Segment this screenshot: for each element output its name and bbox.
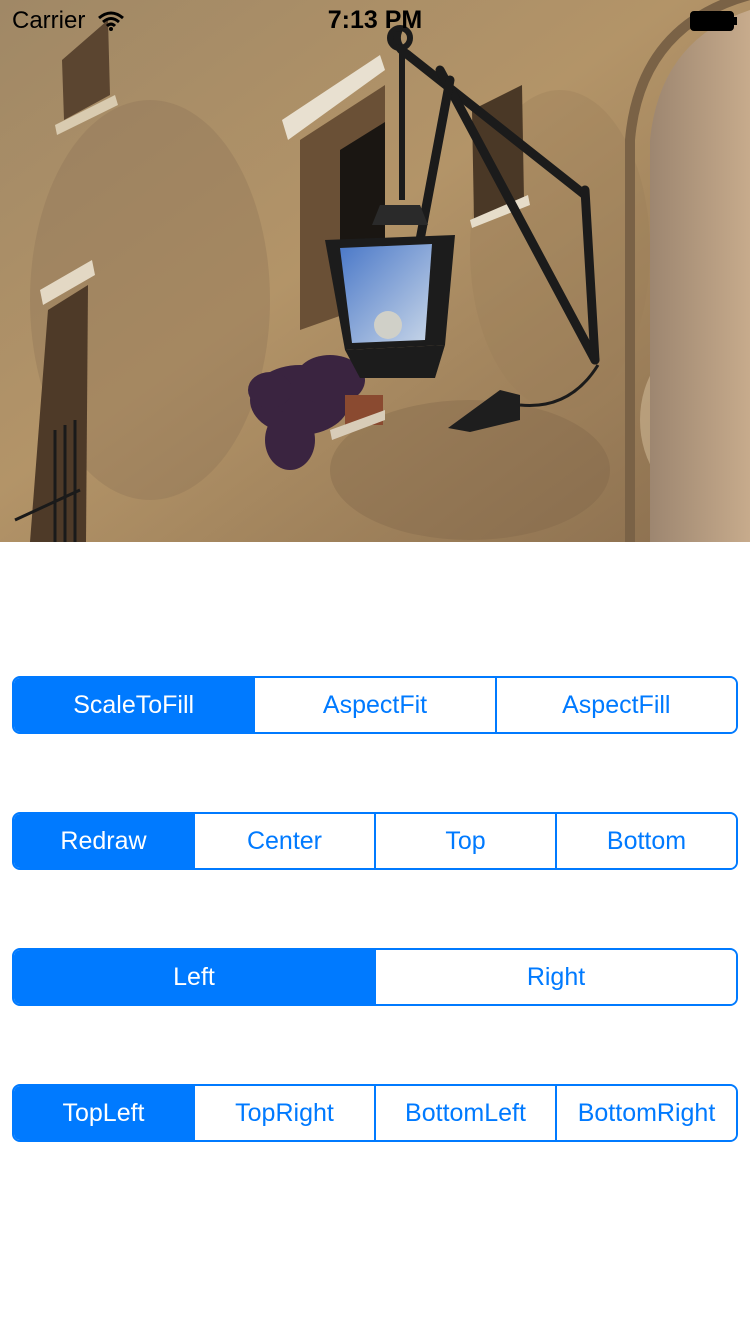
segment-scale-to-fill[interactable]: ScaleToFill xyxy=(14,678,254,732)
content-mode-segmented-control: ScaleToFill AspectFit AspectFill xyxy=(12,676,738,734)
segment-bottom[interactable]: Bottom xyxy=(555,814,736,868)
segment-right[interactable]: Right xyxy=(374,950,736,1004)
segment-top-left[interactable]: TopLeft xyxy=(14,1086,193,1140)
redraw-segmented-control: Redraw Center Top Bottom xyxy=(12,812,738,870)
segment-bottom-right[interactable]: BottomRight xyxy=(555,1086,736,1140)
segment-bottom-left[interactable]: BottomLeft xyxy=(374,1086,555,1140)
status-time: 7:13 PM xyxy=(327,6,423,34)
segment-aspect-fill[interactable]: AspectFill xyxy=(494,678,736,732)
segment-redraw[interactable]: Redraw xyxy=(14,814,193,868)
segment-top-right[interactable]: TopRight xyxy=(193,1086,374,1140)
status-bar: Carrier 7:13 PM xyxy=(0,0,750,40)
lantern-image xyxy=(0,0,750,542)
segment-left[interactable]: Left xyxy=(14,950,374,1004)
battery-icon xyxy=(690,10,738,38)
corner-segmented-control: TopLeft TopRight BottomLeft BottomRight xyxy=(12,1084,738,1142)
segment-center[interactable]: Center xyxy=(193,814,374,868)
horizontal-segmented-control: Left Right xyxy=(12,948,738,1006)
segment-aspect-fit[interactable]: AspectFit xyxy=(253,678,495,732)
segment-top[interactable]: Top xyxy=(374,814,555,868)
